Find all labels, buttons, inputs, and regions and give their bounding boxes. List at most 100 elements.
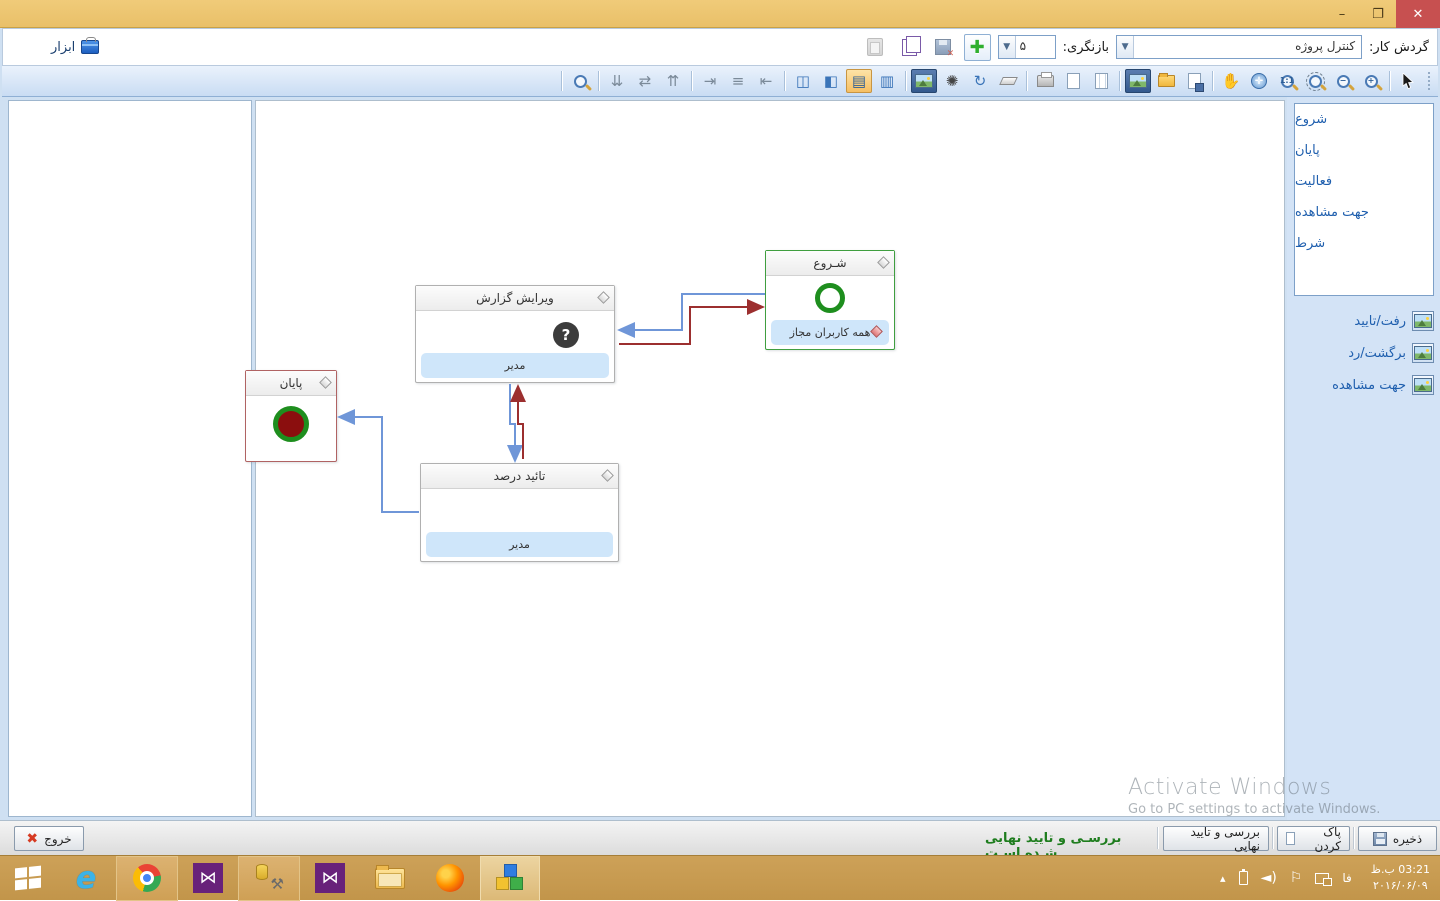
node-start-header[interactable]: شـروع: [766, 251, 894, 276]
zoom-fit-icon[interactable]: ✛: [1246, 69, 1272, 93]
refresh-icon[interactable]: ↻: [967, 69, 993, 93]
node-title: پایان: [280, 376, 303, 390]
separator: [784, 71, 785, 91]
palette-item-go-confirm[interactable]: رفت/تایید: [1287, 305, 1440, 337]
magnifier-icon: +: [1365, 75, 1378, 88]
node-confirm-percent[interactable]: تائید درصد مدیر: [420, 463, 619, 562]
taskbar-item-visual-studio-2[interactable]: ⋈: [300, 856, 360, 901]
size-to-height-icon[interactable]: ⇊: [604, 69, 630, 93]
revision-combobox[interactable]: ۵ ▼: [998, 35, 1056, 59]
align-center-icon[interactable]: ≡: [725, 69, 751, 93]
taskbar-item-visual-studio[interactable]: ⋈: [178, 856, 238, 901]
speaker-icon[interactable]: ◄): [1261, 870, 1277, 886]
layout-horizontal-icon[interactable]: ▥: [874, 69, 900, 93]
close-button[interactable]: ✕: [1396, 0, 1440, 28]
minimize-button[interactable]: –: [1324, 0, 1360, 28]
paste-button[interactable]: [862, 34, 889, 61]
zoom-region-icon[interactable]: [1302, 69, 1328, 93]
taskbar-item-sql-tools[interactable]: ⚒: [238, 856, 300, 901]
language-indicator[interactable]: فا: [1342, 871, 1351, 885]
picture-icon: [1414, 346, 1432, 360]
export-image-icon[interactable]: [1125, 69, 1151, 93]
start-button[interactable]: [0, 856, 56, 901]
chevron-down-icon[interactable]: ▼: [1117, 36, 1134, 58]
node-end[interactable]: پایان: [245, 370, 337, 462]
palette-item-activity[interactable]: فعالیت: [1295, 166, 1433, 197]
titlebar[interactable]: – ❐ ✕: [0, 0, 1440, 28]
tools-menu[interactable]: ابزار: [11, 40, 99, 55]
restore-button[interactable]: ❐: [1360, 0, 1396, 28]
battery-icon[interactable]: [1239, 871, 1248, 885]
select-cursor-icon[interactable]: [1395, 69, 1421, 93]
role-diamond-icon[interactable]: [870, 325, 883, 338]
node-edit-report[interactable]: ویرایش گزارش ? مدیر: [415, 285, 615, 383]
taskbar-item-chrome[interactable]: [116, 856, 178, 901]
palette-item-return-reject[interactable]: برگشت/رد: [1287, 337, 1440, 369]
layout-vertical-icon[interactable]: ◫: [790, 69, 816, 93]
layout-horizontal-selected-icon[interactable]: ▤: [846, 69, 872, 93]
node-title: ویرایش گزارش: [476, 291, 554, 305]
page-preview-icon[interactable]: [1060, 69, 1086, 93]
chevron-down-icon[interactable]: ▼: [999, 36, 1016, 58]
save-disabled-button[interactable]: [930, 34, 957, 61]
action-center-flag-icon[interactable]: ⚐: [1290, 870, 1303, 886]
open-icon[interactable]: [1153, 69, 1179, 93]
add-button[interactable]: ✚: [964, 34, 991, 61]
exit-label: خروج: [44, 832, 72, 846]
print-icon[interactable]: [1032, 69, 1058, 93]
link-label: برگشت/رد: [1348, 346, 1406, 361]
zoom-actual-icon[interactable]: 1:1: [1274, 69, 1300, 93]
node-start-role[interactable]: همه کاربران مجاز: [771, 320, 889, 345]
taskbar-item-ie[interactable]: e: [56, 856, 116, 901]
review-confirm-button[interactable]: بررسی و تایید نهایی: [1163, 826, 1269, 851]
clock[interactable]: 03:21 ب.ظ ۲۰۱۶/۰۶/۰۹: [1365, 862, 1430, 894]
layout-vertical-alt-icon[interactable]: ◧: [818, 69, 844, 93]
node-edit-report-header[interactable]: ویرایش گزارش: [416, 286, 614, 311]
zoom-in-icon[interactable]: +: [1358, 69, 1384, 93]
picture-button[interactable]: [1412, 311, 1434, 331]
node-start[interactable]: شـروع همه کاربران مجاز: [765, 250, 895, 350]
page-setup-icon[interactable]: [1088, 69, 1114, 93]
network-icon[interactable]: [1315, 873, 1329, 884]
collapse-diamond-icon[interactable]: [601, 469, 614, 482]
node-confirm-percent-role[interactable]: مدیر: [426, 532, 613, 557]
palette-item-view-direction-link[interactable]: جهت مشاهده: [1287, 369, 1440, 401]
align-left-icon[interactable]: ⇤: [753, 69, 779, 93]
workflow-combobox[interactable]: کنترل پروژه ▼: [1116, 35, 1362, 59]
save-page-icon[interactable]: [1181, 69, 1207, 93]
collapse-diamond-icon[interactable]: [597, 291, 610, 304]
tray-expand-icon[interactable]: ▴: [1220, 872, 1226, 885]
pan-icon[interactable]: ✋: [1218, 69, 1244, 93]
node-confirm-percent-header[interactable]: تائید درصد: [421, 464, 618, 489]
effects-icon[interactable]: ✺: [939, 69, 965, 93]
palette-item-view-direction[interactable]: جهت مشاهده: [1295, 197, 1433, 228]
taskbar-item-firefox[interactable]: [420, 856, 480, 901]
zoom-search-icon[interactable]: [567, 69, 593, 93]
palette-item-start[interactable]: شروع: [1295, 104, 1433, 135]
exit-button[interactable]: خروج ✖: [14, 826, 84, 851]
size-to-width-icon[interactable]: ⇄: [632, 69, 658, 93]
collapse-diamond-icon[interactable]: [319, 376, 332, 389]
collapse-diamond-icon[interactable]: [877, 256, 890, 269]
image-mode-icon[interactable]: [911, 69, 937, 93]
copy-button[interactable]: [896, 34, 923, 61]
node-edit-report-role[interactable]: مدیر: [421, 353, 609, 378]
node-end-header[interactable]: پایان: [246, 371, 336, 396]
diagram-canvas[interactable]: [255, 100, 1285, 817]
size-to-top-icon[interactable]: ⇈: [660, 69, 686, 93]
save-button[interactable]: ذخیره: [1358, 826, 1437, 851]
toolbar-grip[interactable]: [1427, 71, 1432, 91]
zoom-out-icon[interactable]: −: [1330, 69, 1356, 93]
align-right-icon[interactable]: ⇥: [697, 69, 723, 93]
palette-item-end[interactable]: پایان: [1295, 135, 1433, 166]
eraser-icon[interactable]: [995, 69, 1021, 93]
end-circle-icon: [273, 406, 309, 442]
taskbar-item-file-explorer[interactable]: [360, 856, 420, 901]
main-area: شـروع همه کاربران مجاز ویرایش گزارش ? مد…: [0, 97, 1440, 820]
picture-button[interactable]: [1412, 375, 1434, 395]
picture-button[interactable]: [1412, 343, 1434, 363]
taskbar-item-workflow-app[interactable]: [480, 856, 540, 901]
page-save-icon: [1188, 73, 1201, 89]
palette-item-condition[interactable]: شرط: [1295, 228, 1433, 259]
clear-button[interactable]: پاک کردن: [1277, 826, 1350, 851]
